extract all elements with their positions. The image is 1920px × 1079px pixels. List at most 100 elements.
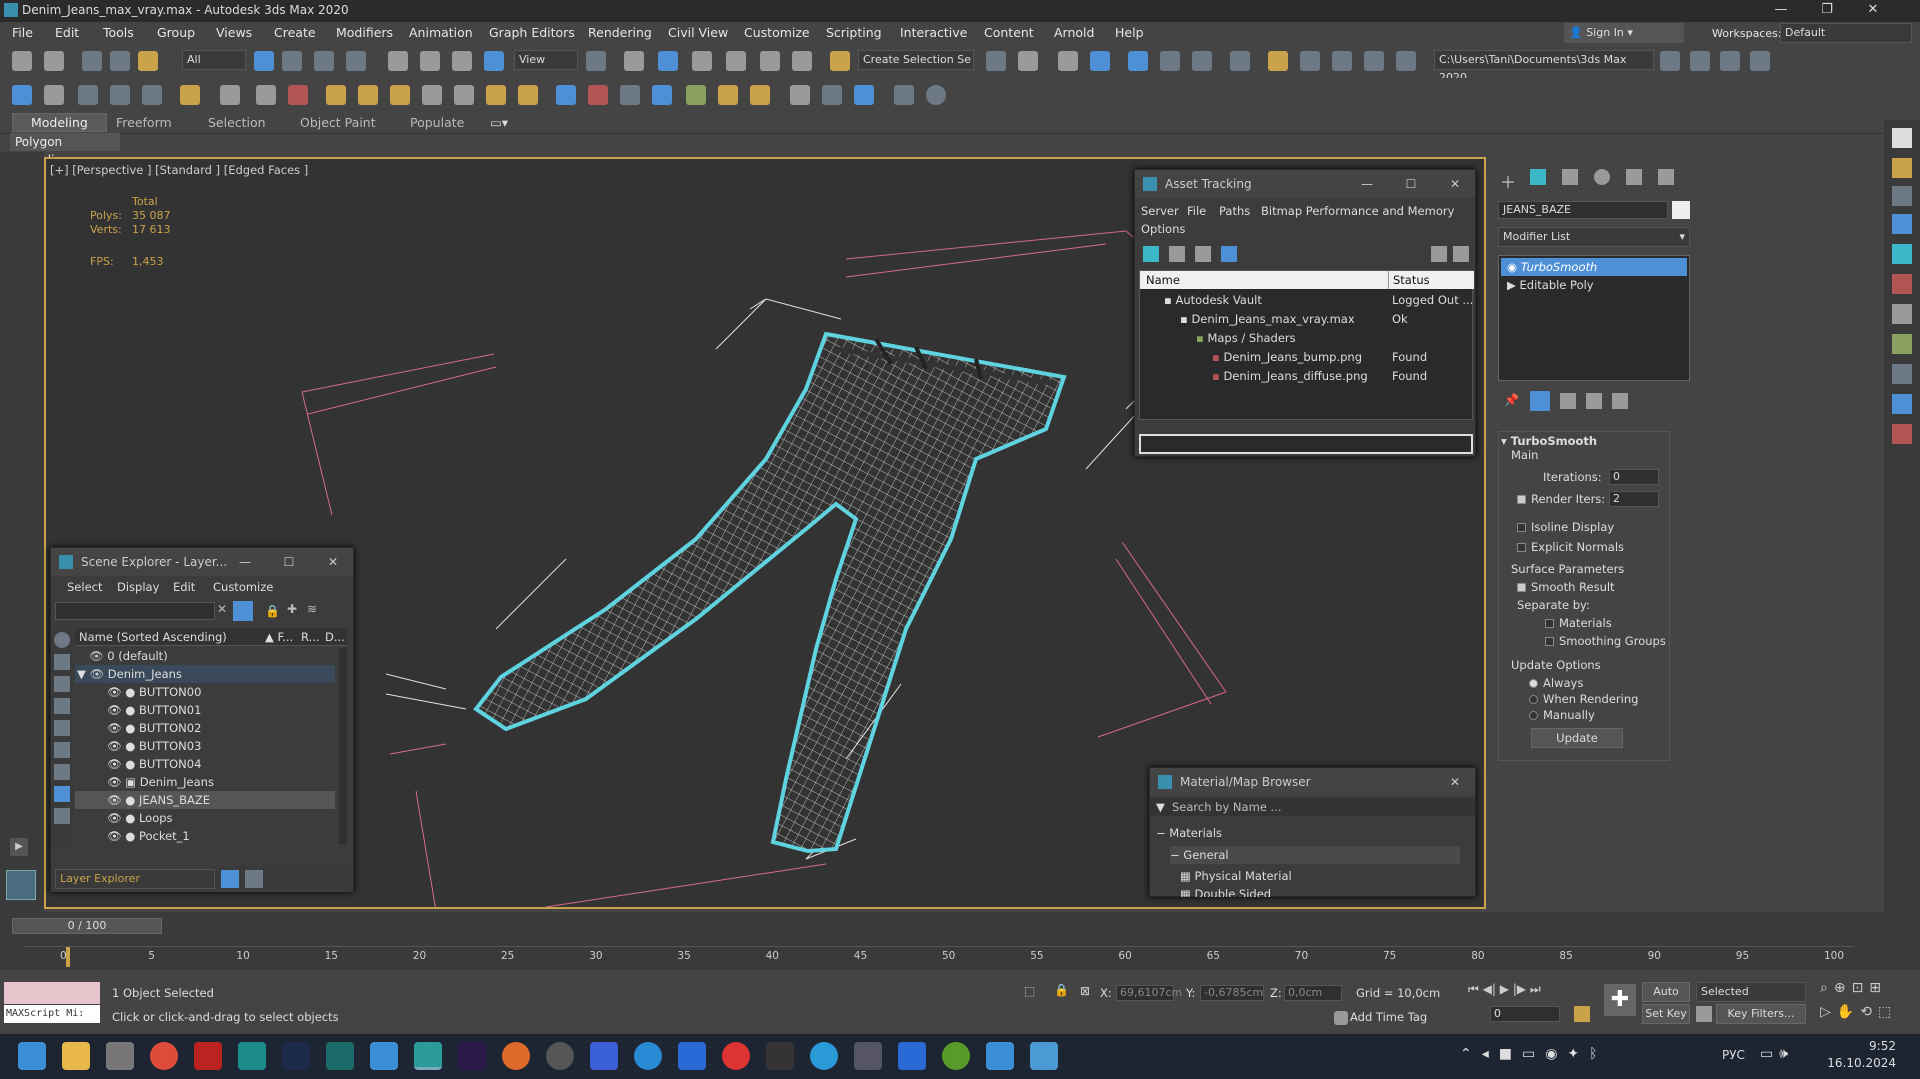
- keyboard-shortcut-toggle-icon[interactable]: [658, 51, 678, 71]
- menu-modifiers[interactable]: Modifiers: [336, 25, 393, 40]
- hdri-icon[interactable]: [718, 85, 738, 105]
- table-row[interactable]: ▪ Denim_Jeans_max_vray.max Ok: [1140, 310, 1474, 328]
- percent-snap-icon[interactable]: [760, 51, 780, 71]
- rotate-icon[interactable]: [420, 51, 440, 71]
- sun-icon[interactable]: [486, 85, 506, 105]
- app-search-icon[interactable]: [546, 1042, 574, 1070]
- project-icon-4[interactable]: [1750, 51, 1770, 71]
- asset-tracking-titlebar[interactable]: Asset Tracking — ☐ ✕: [1135, 170, 1475, 198]
- list-item[interactable]: 👁 ● BUTTON02: [75, 719, 335, 737]
- named-selection-dropdown[interactable]: Create Selection Se: [858, 50, 974, 70]
- tool-icon-7[interactable]: [1892, 334, 1912, 354]
- hierarchy-tab-icon[interactable]: [1562, 169, 1578, 185]
- eye-icon[interactable]: 👁 ●: [107, 703, 139, 717]
- project-icon-1[interactable]: [1660, 51, 1680, 71]
- close-button[interactable]: ✕: [1850, 0, 1896, 22]
- cone-icon[interactable]: [454, 85, 474, 105]
- list-item[interactable]: 👁 0 (default): [75, 647, 335, 665]
- isolate-icon[interactable]: ⬚: [1024, 984, 1035, 998]
- z-coordinate[interactable]: 0,0cm: [1284, 985, 1342, 1001]
- menu-select[interactable]: Select: [67, 578, 102, 596]
- viewport-navigation-icons-2[interactable]: ▷✋⟲⬚: [1820, 1004, 1897, 1020]
- render-iters-spinner[interactable]: 2: [1609, 491, 1659, 507]
- table-view-icon[interactable]: [1195, 246, 1211, 262]
- tool-icon-1[interactable]: [1892, 158, 1912, 178]
- shader-ball-icon[interactable]: [790, 85, 810, 105]
- tool-icon-4[interactable]: [1892, 244, 1912, 264]
- line-shape-icon[interactable]: [44, 85, 64, 105]
- display-helpers-icon[interactable]: [54, 742, 70, 758]
- display-none-icon[interactable]: [54, 632, 70, 648]
- scene-explorer-titlebar[interactable]: Scene Explorer - Layer... — ☐ ✕: [51, 548, 353, 576]
- material-search-input[interactable]: Search by Name ...: [1172, 798, 1281, 816]
- ribbon-tab-selection[interactable]: Selection: [208, 115, 266, 130]
- move-icon[interactable]: [388, 51, 408, 71]
- ribbon-tab-populate[interactable]: Populate: [410, 115, 464, 130]
- menu-group[interactable]: Group: [157, 25, 195, 40]
- fur-ball-icon[interactable]: [750, 85, 770, 105]
- scene-search-input[interactable]: [55, 602, 215, 620]
- utilities-tab-icon[interactable]: [1658, 169, 1674, 185]
- add-layer-icon[interactable]: ✚: [287, 602, 297, 616]
- render-iterative-icon[interactable]: [1364, 51, 1384, 71]
- menu-display[interactable]: Display: [117, 578, 159, 596]
- smoothing-groups-checkbox[interactable]: Smoothing Groups: [1545, 632, 1666, 650]
- export-icon[interactable]: [894, 85, 914, 105]
- chrome-icon[interactable]: [150, 1042, 178, 1070]
- menu-customize[interactable]: Customize: [213, 578, 273, 596]
- table-row[interactable]: ▪ Denim_Jeans_diffuse.png Found: [1140, 367, 1474, 385]
- column-d[interactable]: D...: [325, 628, 345, 646]
- modify-tab-icon[interactable]: [1530, 169, 1546, 185]
- maximize-button[interactable]: ☐: [1389, 170, 1433, 198]
- eye-icon[interactable]: 👁 ●: [107, 757, 139, 771]
- list-item[interactable]: 👁 ● BUTTON04: [75, 755, 335, 773]
- render-iters-checkbox[interactable]: Render Iters:: [1517, 490, 1605, 508]
- layer-stack-icon[interactable]: ≋: [307, 602, 317, 616]
- explorer-scrollbar[interactable]: [339, 648, 347, 844]
- eye-icon[interactable]: 👁 ●: [107, 811, 139, 825]
- menu-views[interactable]: Views: [216, 25, 252, 40]
- expand-icon[interactable]: ▶: [10, 838, 28, 856]
- network-volume-icons[interactable]: ▭🕪: [1760, 1046, 1794, 1062]
- spinner-snap-icon[interactable]: [792, 51, 812, 71]
- particles-icon[interactable]: [556, 85, 576, 105]
- create-tab-icon[interactable]: ＋: [1500, 169, 1516, 193]
- list-item[interactable]: 👁 ▣ Denim_Jeans: [75, 773, 335, 791]
- time-slider[interactable]: 0 / 100: [12, 918, 162, 934]
- notepad-icon[interactable]: [370, 1042, 398, 1070]
- angle-snap-icon[interactable]: [726, 51, 746, 71]
- refresh-icon[interactable]: [1143, 246, 1159, 262]
- object-color-swatch[interactable]: [1672, 201, 1690, 219]
- rendered-frame-window-icon[interactable]: [1300, 51, 1320, 71]
- after-effects-icon[interactable]: [458, 1042, 486, 1070]
- column-name[interactable]: Name: [1146, 273, 1180, 287]
- ribbon-tab-modeling[interactable]: Modeling: [12, 113, 107, 132]
- menu-bitmap[interactable]: Bitmap Performance and Memory: [1261, 202, 1454, 220]
- settings-icon[interactable]: [1453, 246, 1469, 262]
- menu-tools[interactable]: Tools: [103, 25, 134, 40]
- display-shapes-icon[interactable]: [54, 676, 70, 692]
- menu-help[interactable]: Help: [1115, 25, 1144, 40]
- menu-file[interactable]: File: [1187, 202, 1206, 220]
- place-icon[interactable]: [484, 51, 504, 71]
- eye-icon[interactable]: 👁 ▣: [107, 775, 140, 789]
- grid-view-icon[interactable]: [1221, 246, 1237, 262]
- align-icon[interactable]: [1018, 51, 1038, 71]
- list-item[interactable]: ▦ Physical Material: [1180, 867, 1292, 885]
- display-spacewarps-icon[interactable]: [54, 764, 70, 780]
- tool-icon-6[interactable]: [1892, 304, 1912, 324]
- schematic-view-icon[interactable]: [1192, 51, 1212, 71]
- menu-interactive[interactable]: Interactive: [900, 25, 967, 40]
- table-row[interactable]: ▪ Autodesk Vault Logged Out ...: [1140, 291, 1474, 309]
- tool-icon-9[interactable]: [1892, 394, 1912, 414]
- maximize-button[interactable]: ❐: [1804, 0, 1850, 22]
- layers-toggle-icon[interactable]: [221, 870, 239, 888]
- material-search[interactable]: ▼ Search by Name ...: [1150, 798, 1475, 816]
- configure-modifier-icon[interactable]: [1612, 393, 1628, 409]
- lock-icon[interactable]: 🔒: [1054, 983, 1069, 997]
- ribbon-tab-freeform[interactable]: Freeform: [116, 115, 172, 130]
- tool-icon-2[interactable]: [1892, 186, 1912, 206]
- photoshop-icon[interactable]: [282, 1042, 310, 1070]
- redo-icon[interactable]: [44, 51, 64, 71]
- stack-item-turbosmooth[interactable]: ◉ TurboSmooth: [1501, 258, 1687, 276]
